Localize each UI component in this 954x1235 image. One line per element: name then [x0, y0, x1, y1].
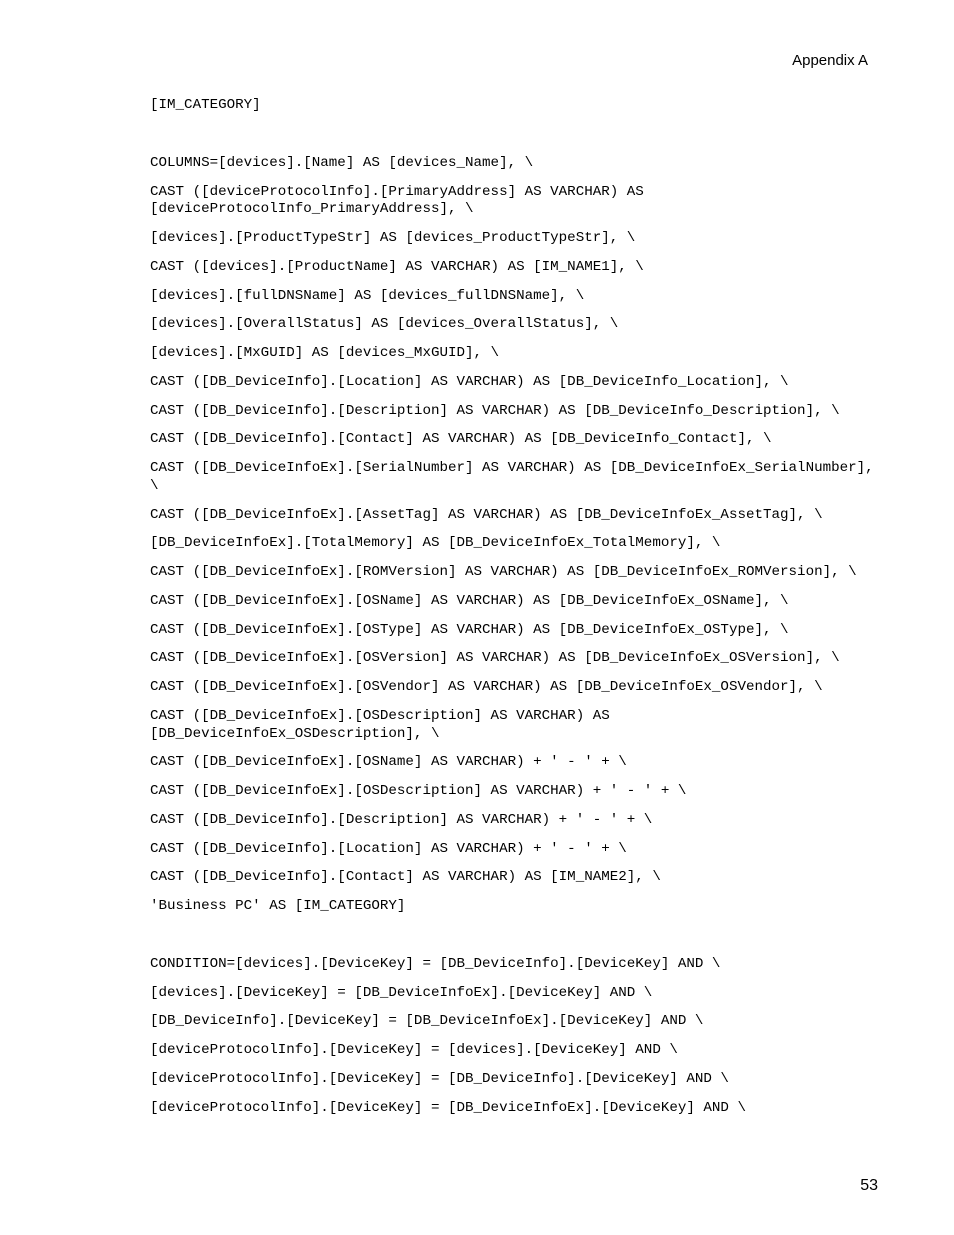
code-line: [IM_CATEGORY] — [150, 97, 878, 115]
code-line: CAST ([deviceProtocolInfo].[PrimaryAddre… — [150, 184, 878, 220]
code-line: [devices].[fullDNSName] AS [devices_full… — [150, 288, 878, 306]
code-line: CAST ([DB_DeviceInfo].[Description] AS V… — [150, 403, 878, 421]
code-line: CAST ([DB_DeviceInfoEx].[OSName] AS VARC… — [150, 754, 878, 772]
code-line: CAST ([DB_DeviceInfoEx].[ROMVersion] AS … — [150, 564, 878, 582]
code-line: CAST ([DB_DeviceInfo].[Location] AS VARC… — [150, 374, 878, 392]
code-line: [deviceProtocolInfo].[DeviceKey] = [DB_D… — [150, 1071, 878, 1089]
page-header: Appendix A — [150, 52, 878, 69]
page-number: 53 — [860, 1177, 878, 1195]
code-line: 'Business PC' AS [IM_CATEGORY] — [150, 898, 878, 916]
code-line: CAST ([DB_DeviceInfo].[Location] AS VARC… — [150, 841, 878, 859]
code-line: CAST ([DB_DeviceInfo].[Contact] AS VARCH… — [150, 431, 878, 449]
code-block: [IM_CATEGORY] COLUMNS=[devices].[Name] AS… — [150, 97, 878, 1117]
document-page: Appendix A [IM_CATEGORY] COLUMNS=[devices… — [0, 0, 954, 1235]
code-line: CAST ([DB_DeviceInfoEx].[OSVendor] AS VA… — [150, 679, 878, 697]
code-line: CAST ([DB_DeviceInfoEx].[OSDescription] … — [150, 708, 878, 744]
code-line: [DB_DeviceInfo].[DeviceKey] = [DB_Device… — [150, 1013, 878, 1031]
code-line: CAST ([devices].[ProductName] AS VARCHAR… — [150, 259, 878, 277]
code-line: CAST ([DB_DeviceInfoEx].[SerialNumber] A… — [150, 460, 878, 496]
code-line: CAST ([DB_DeviceInfoEx].[AssetTag] AS VA… — [150, 507, 878, 525]
code-line: [devices].[DeviceKey] = [DB_DeviceInfoEx… — [150, 985, 878, 1003]
code-line: CAST ([DB_DeviceInfoEx].[OSVersion] AS V… — [150, 650, 878, 668]
code-line: CAST ([DB_DeviceInfoEx].[OSName] AS VARC… — [150, 593, 878, 611]
code-line: CAST ([DB_DeviceInfoEx].[OSDescription] … — [150, 783, 878, 801]
code-line: CAST ([DB_DeviceInfoEx].[OSType] AS VARC… — [150, 622, 878, 640]
code-line: [devices].[MxGUID] AS [devices_MxGUID], … — [150, 345, 878, 363]
code-line: [devices].[OverallStatus] AS [devices_Ov… — [150, 316, 878, 334]
code-line: CAST ([DB_DeviceInfo].[Description] AS V… — [150, 812, 878, 830]
code-line: [devices].[ProductTypeStr] AS [devices_P… — [150, 230, 878, 248]
code-line: [deviceProtocolInfo].[DeviceKey] = [DB_D… — [150, 1100, 878, 1118]
code-line: CAST ([DB_DeviceInfo].[Contact] AS VARCH… — [150, 869, 878, 887]
code-line: [deviceProtocolInfo].[DeviceKey] = [devi… — [150, 1042, 878, 1060]
code-line: [DB_DeviceInfoEx].[TotalMemory] AS [DB_D… — [150, 535, 878, 553]
code-line: COLUMNS=[devices].[Name] AS [devices_Nam… — [150, 155, 878, 173]
code-line: CONDITION=[devices].[DeviceKey] = [DB_De… — [150, 956, 878, 974]
